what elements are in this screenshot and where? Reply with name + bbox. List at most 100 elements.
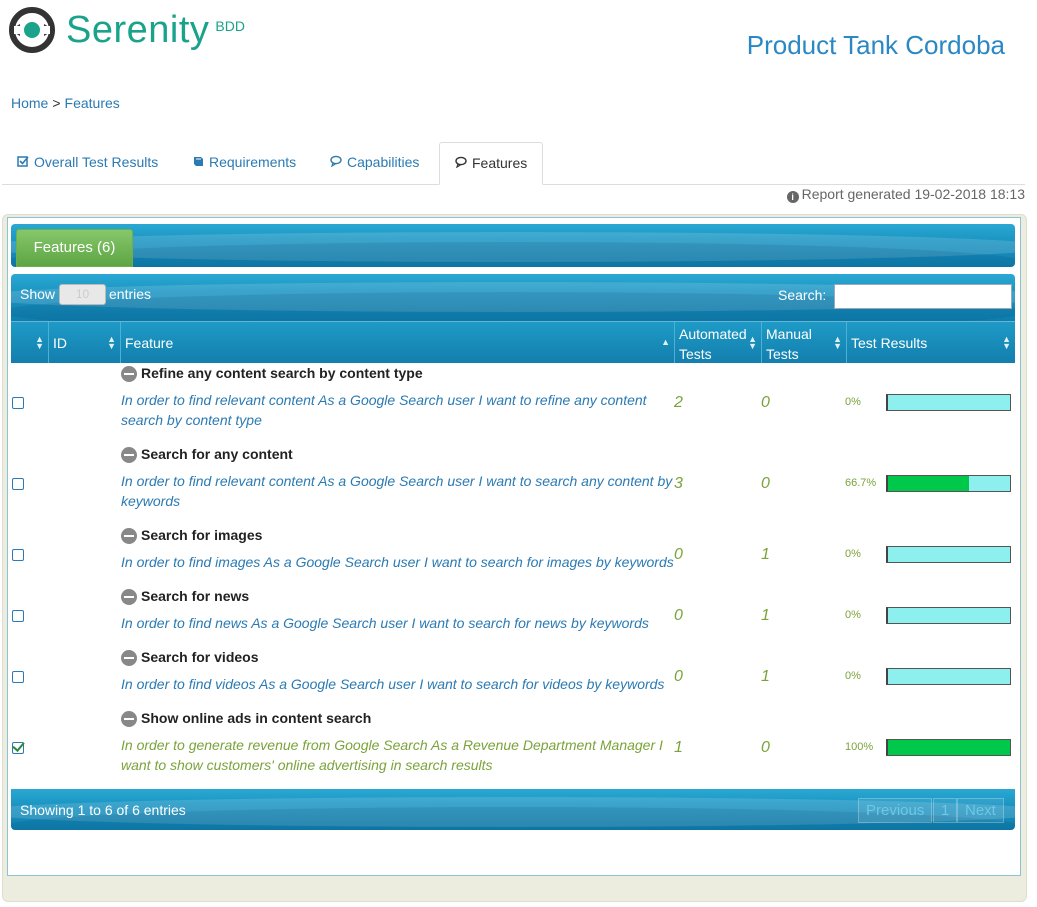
showing-entries-info: Showing 1 to 6 of 6 entries xyxy=(20,802,186,818)
column-header-test-results[interactable]: Test Results ▲ ▼ xyxy=(847,322,1015,363)
manual-tests-count: 0 xyxy=(761,475,770,492)
result-bar xyxy=(886,668,1011,685)
row-checkbox-checked[interactable] xyxy=(12,742,24,754)
automated-tests-count: 0 xyxy=(674,668,683,685)
tab-label: Features xyxy=(472,155,528,171)
sort-icon: ▲ ▼ xyxy=(107,334,116,351)
previous-button[interactable]: Previous xyxy=(858,798,933,823)
sort-icon: ▲ ▼ xyxy=(833,334,842,351)
column-header-manual-tests[interactable]: Manual Tests ▲ ▼ xyxy=(762,322,847,363)
result-bar xyxy=(886,607,1011,624)
automated-tests-count: 2 xyxy=(674,394,683,411)
manual-tests-count: 0 xyxy=(761,739,770,756)
tab-features[interactable]: Features xyxy=(439,142,544,185)
manual-tests-count: 1 xyxy=(761,546,770,563)
breadcrumb-current: Features xyxy=(64,95,120,111)
feature-title: Search for images xyxy=(141,527,263,543)
manual-tests-count: 0 xyxy=(761,394,770,411)
pass-percentage: 66.7% xyxy=(845,477,877,489)
column-label: ID xyxy=(53,335,67,351)
feature-title-link[interactable]: Show online ads in content search xyxy=(121,710,371,727)
feature-description: In order to find relevant content As a G… xyxy=(121,473,673,509)
feature-title: Refine any content search by content typ… xyxy=(141,365,423,381)
tab-label: Requirements xyxy=(209,154,297,170)
table-header: ▲ ▼ ID ▲ ▼ Feature ▲ Automated Tests ▲ ▼ Manua… xyxy=(11,321,1015,363)
result-bar xyxy=(886,475,1011,492)
feature-title: Search for any content xyxy=(141,446,293,462)
column-header-select[interactable]: ▲ ▼ xyxy=(11,322,49,363)
breadcrumb-separator: > xyxy=(52,95,61,111)
row-checkbox[interactable] xyxy=(12,478,24,490)
column-label: Manual Tests xyxy=(766,326,812,362)
row-checkbox[interactable] xyxy=(12,671,24,683)
minus-circle-icon xyxy=(121,589,137,605)
automated-tests-count: 0 xyxy=(674,607,683,624)
logo-bdd: BDD xyxy=(215,18,245,34)
result-bar-fill xyxy=(888,740,1010,755)
pass-percentage: 0% xyxy=(845,548,861,560)
automated-tests-count: 0 xyxy=(674,546,683,563)
feature-title-link[interactable]: Search for videos xyxy=(121,649,259,666)
next-button[interactable]: Next xyxy=(957,798,1004,823)
check-square-icon xyxy=(17,143,31,184)
minus-circle-icon xyxy=(121,447,137,463)
minus-circle-icon xyxy=(121,528,137,544)
info-icon: i xyxy=(786,191,799,203)
row-checkbox[interactable] xyxy=(12,397,24,409)
pass-percentage: 0% xyxy=(845,396,861,408)
feature-title: Search for videos xyxy=(141,649,259,665)
feature-title: Show online ads in content search xyxy=(141,710,372,726)
report-generated-text: Report generated 19-02-2018 18:13 xyxy=(801,186,1025,202)
tab-label: Capabilities xyxy=(347,154,420,170)
breadcrumb-home-link[interactable]: Home xyxy=(11,95,48,111)
result-bar-fill xyxy=(888,476,970,491)
pass-percentage: 0% xyxy=(845,609,861,621)
entries-select[interactable]: 10 xyxy=(59,284,106,305)
row-checkbox[interactable] xyxy=(12,549,24,561)
logo-text: Serenity xyxy=(66,9,209,52)
feature-title-link[interactable]: Search for any content xyxy=(121,446,293,463)
row-checkbox[interactable] xyxy=(12,610,24,622)
automated-tests-count: 1 xyxy=(674,739,683,756)
feature-description: In order to find relevant content As a G… xyxy=(121,392,647,428)
result-bar xyxy=(886,546,1011,563)
manual-tests-count: 1 xyxy=(761,607,770,624)
tab-capabilities[interactable]: Capabilities xyxy=(315,142,434,183)
result-bar xyxy=(886,739,1011,756)
feature-description: In order to generate revenue from Google… xyxy=(121,737,663,773)
book-icon xyxy=(192,143,206,184)
report-generated: i Report generated 19-02-2018 18:13 xyxy=(786,186,1025,203)
comments-icon xyxy=(330,143,344,184)
show-label: Show xyxy=(20,286,56,302)
project-title: Product Tank Cordoba xyxy=(746,30,1005,60)
sort-icon: ▲ ▼ xyxy=(748,334,757,351)
feature-title-link[interactable]: Search for news xyxy=(121,588,249,605)
tab-requirements[interactable]: Requirements xyxy=(177,142,311,183)
feature-title-link[interactable]: Search for images xyxy=(121,527,262,544)
column-label: Feature xyxy=(125,335,174,351)
serenity-logo: Serenity BDD xyxy=(6,4,245,56)
column-label: Automated Tests xyxy=(679,326,747,362)
column-header-id[interactable]: ID ▲ ▼ xyxy=(49,322,121,363)
search-input[interactable] xyxy=(834,284,1012,309)
logo-text-rest: renity xyxy=(113,8,210,51)
feature-description: In order to find news As a Google Search… xyxy=(121,615,649,631)
tab-label: Overall Test Results xyxy=(34,154,159,170)
minus-circle-icon xyxy=(121,366,137,382)
column-header-feature[interactable]: Feature ▲ xyxy=(121,322,675,363)
column-header-automated-tests[interactable]: Automated Tests ▲ ▼ xyxy=(675,322,762,363)
logo-text-prefix: Se xyxy=(66,8,114,51)
column-label: Test Results xyxy=(851,335,928,351)
pass-percentage: 0% xyxy=(845,670,861,682)
feature-title: Search for news xyxy=(141,588,250,604)
feature-description: In order to find images As a Google Sear… xyxy=(121,554,674,570)
feature-title-link[interactable]: Refine any content search by content typ… xyxy=(121,365,423,382)
comments-icon xyxy=(455,144,469,185)
features-count-tab[interactable]: Features (6) xyxy=(16,229,133,267)
serenity-logo-icon xyxy=(9,7,55,53)
manual-tests-count: 1 xyxy=(761,668,770,685)
pass-percentage: 100% xyxy=(845,741,874,753)
page-1-button[interactable]: 1 xyxy=(933,798,958,823)
tab-overall-test-results[interactable]: Overall Test Results xyxy=(2,142,173,183)
features-tab-bar xyxy=(11,224,1015,267)
